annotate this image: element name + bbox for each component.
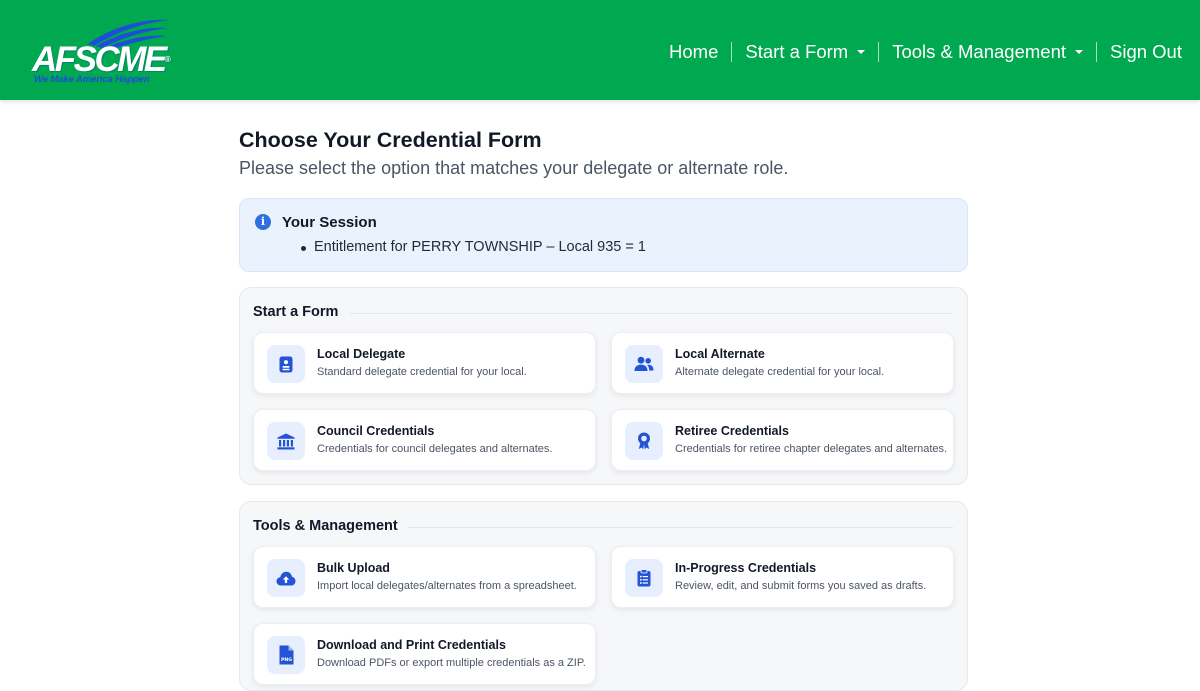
clipboard-list-icon — [625, 559, 663, 597]
session-info-panel: i Your Session Entitlement for PERRY TOW… — [239, 198, 968, 272]
session-title: Your Session — [282, 214, 377, 231]
main-nav: Home Start a Form Tools & Management Sig… — [669, 38, 1182, 66]
info-icon: i — [255, 214, 271, 230]
nav-divider — [1096, 42, 1097, 62]
caret-down-icon — [1075, 50, 1083, 54]
nav-home[interactable]: Home — [669, 38, 718, 66]
logo-wordmark: AFSCME® — [32, 40, 171, 79]
users-icon — [625, 345, 663, 383]
card-description: Download PDFs or export multiple credent… — [317, 657, 586, 669]
afscme-logo[interactable]: AFSCME® We Make America Happen — [30, 14, 175, 86]
card-title: Download and Print Credentials — [317, 638, 506, 652]
nav-start-a-form-label: Start a Form — [745, 41, 849, 62]
page-subtitle: Please select the option that matches yo… — [239, 158, 789, 178]
nav-tools-management-label: Tools & Management — [892, 41, 1066, 62]
section-heading: Tools & Management — [253, 518, 398, 534]
award-icon — [625, 422, 663, 460]
file-type-label: PNG — [281, 657, 292, 663]
card-title: Bulk Upload — [317, 561, 390, 575]
landmark-icon — [267, 422, 305, 460]
card-description: Credentials for council delegates and al… — [317, 443, 553, 455]
card-description: Standard delegate credential for your lo… — [317, 366, 527, 378]
section-divider — [408, 527, 953, 528]
cloud-upload-icon — [267, 559, 305, 597]
card-description: Review, edit, and submit forms you saved… — [675, 580, 927, 592]
id-badge-icon — [267, 345, 305, 383]
caret-down-icon — [857, 50, 866, 54]
top-navbar: AFSCME® We Make America Happen Home Star… — [0, 0, 1200, 100]
session-entitlement-item: Entitlement for PERRY TOWNSHIP – Local 9… — [301, 239, 646, 255]
card-title: In-Progress Credentials — [675, 561, 817, 575]
nav-sign-out[interactable]: Sign Out — [1110, 38, 1182, 66]
tools-management-section: Tools & Management Bulk Upload Import lo… — [239, 501, 968, 691]
nav-tools-management[interactable]: Tools & Management — [892, 38, 1083, 66]
logo-tagline: We Make America Happen — [34, 74, 150, 85]
card-description: Import local delegates/alternates from a… — [317, 580, 577, 592]
page-title: Choose Your Credential Form — [239, 128, 542, 152]
card-local-alternate[interactable]: Local Alternate Alternate delegate crede… — [611, 332, 954, 394]
nav-divider — [878, 42, 880, 62]
card-title: Council Credentials — [317, 424, 435, 438]
nav-divider — [731, 42, 733, 62]
card-in-progress-credentials[interactable]: In-Progress Credentials Review, edit, an… — [611, 546, 954, 608]
card-title: Local Alternate — [675, 347, 765, 361]
section-heading: Start a Form — [253, 304, 339, 320]
card-council-credentials[interactable]: Council Credentials Credentials for coun… — [253, 409, 596, 471]
file-png-icon: PNG — [267, 636, 305, 674]
nav-start-a-form[interactable]: Start a Form — [745, 38, 866, 66]
card-local-delegate[interactable]: Local Delegate Standard delegate credent… — [253, 332, 596, 394]
start-form-section: Start a Form Local Delegate Standard del… — [239, 287, 968, 485]
card-description: Alternate delegate credential for your l… — [675, 366, 885, 378]
card-bulk-upload[interactable]: Bulk Upload Import local delegates/alter… — [253, 546, 596, 608]
card-download-print-credentials[interactable]: PNG Download and Print Credentials Downl… — [253, 623, 596, 685]
card-description: Credentials for retiree chapter delegate… — [675, 443, 948, 455]
card-title: Retiree Credentials — [675, 424, 789, 438]
card-title: Local Delegate — [317, 347, 406, 361]
section-divider — [350, 313, 953, 314]
card-retiree-credentials[interactable]: Retiree Credentials Credentials for reti… — [611, 409, 954, 471]
